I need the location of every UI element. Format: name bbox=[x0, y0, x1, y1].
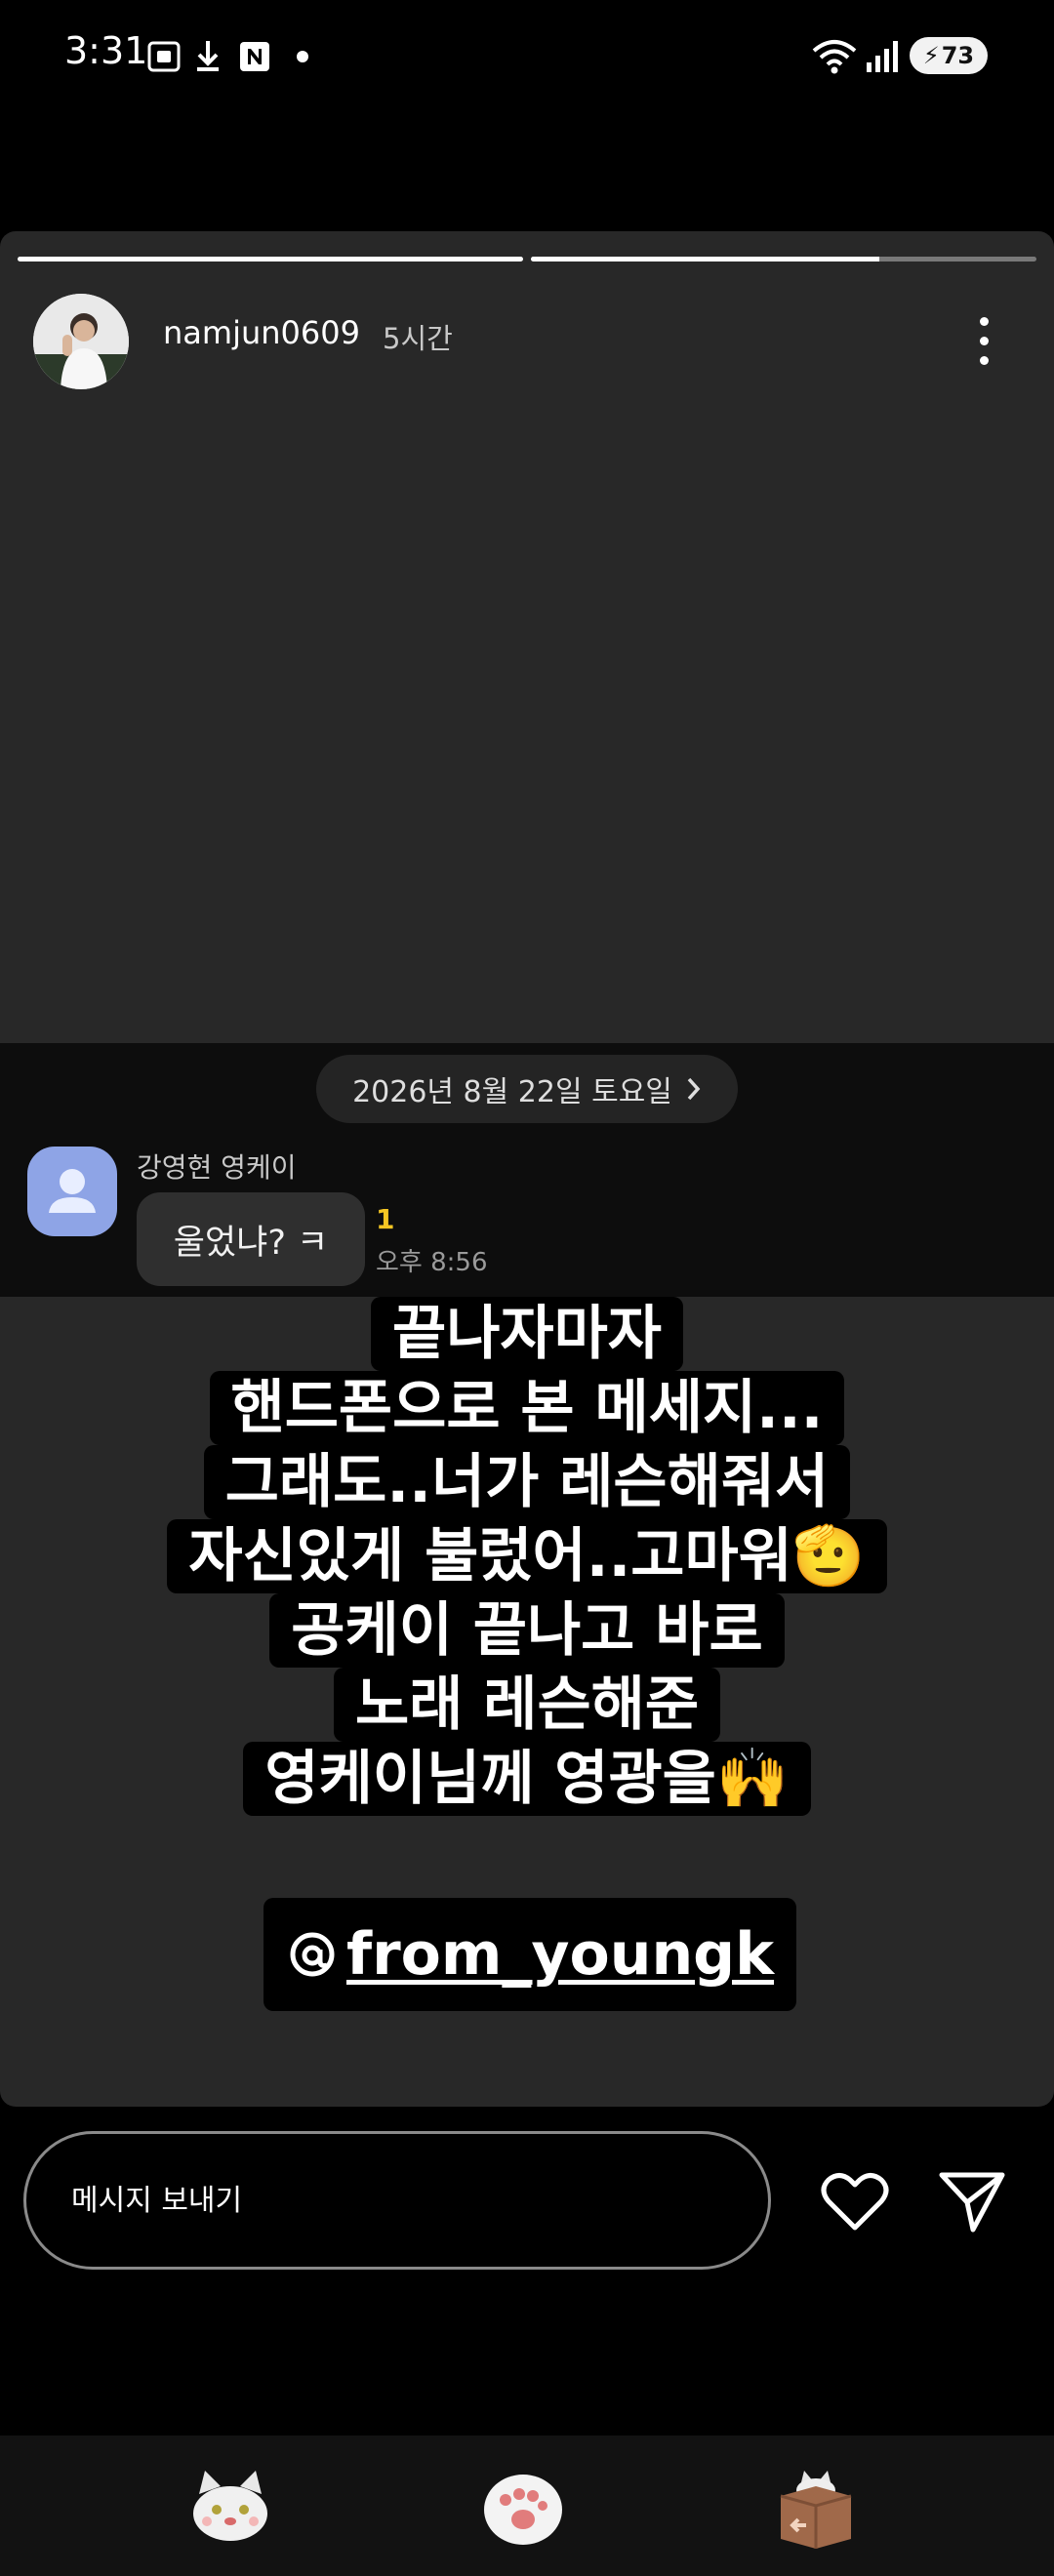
signal-icon bbox=[867, 41, 898, 72]
more-dot bbox=[979, 355, 989, 365]
caption-line: 끝나자마자 bbox=[371, 1297, 683, 1371]
nav-recents-button[interactable] bbox=[767, 2457, 865, 2555]
story-progress-1 bbox=[18, 257, 523, 262]
status-time: 3:31 bbox=[64, 29, 148, 72]
more-dot bbox=[979, 336, 989, 345]
date-pill: 2026년 8월 22일 토요일 bbox=[316, 1055, 738, 1123]
story-progress-fill-1 bbox=[18, 257, 523, 262]
heart-icon bbox=[821, 2173, 889, 2231]
battery-icon: ⚡ 73 bbox=[910, 37, 988, 74]
more-options-button[interactable] bbox=[966, 305, 1001, 376]
profile-photo-icon bbox=[33, 294, 129, 389]
send-icon bbox=[939, 2172, 1005, 2233]
like-button[interactable] bbox=[816, 2162, 894, 2240]
mention-sticker[interactable]: from_youngk bbox=[264, 1898, 796, 2011]
naver-icon bbox=[240, 42, 269, 71]
caption-line: 노래 레슨해준 bbox=[333, 1668, 721, 1742]
chat-screenshot: 2026년 8월 22일 토요일 강영현 영케이 울었냐? ㅋ 1 오후 8:5… bbox=[0, 1043, 1054, 1297]
share-button[interactable] bbox=[933, 2162, 1011, 2240]
story-progress-fill-2 bbox=[531, 257, 880, 262]
caption-line: 핸드폰으로 본 메세지... bbox=[209, 1371, 845, 1445]
caption-line: 영케이님께 영광을🙌 bbox=[243, 1742, 811, 1816]
profile-avatar[interactable] bbox=[33, 294, 129, 389]
person-icon bbox=[49, 1169, 96, 1213]
threads-icon bbox=[290, 1932, 335, 1977]
chat-date: 2026년 8월 22일 토요일 bbox=[352, 1075, 672, 1109]
dot-icon bbox=[297, 51, 308, 62]
chat-avatar bbox=[27, 1147, 117, 1236]
screenshot-icon bbox=[147, 41, 181, 72]
status-bar: 3:31 ⚡ 73 bbox=[0, 0, 1054, 117]
nav-back-button[interactable] bbox=[182, 2457, 279, 2555]
story-caption: 끝나자마자 핸드폰으로 본 메세지... 그래도..너가 레슨해줘서 자신있게 … bbox=[0, 1297, 1054, 1816]
more-dot bbox=[979, 316, 989, 326]
mention-username[interactable]: from_youngk bbox=[346, 1920, 774, 1989]
chevron-right-icon bbox=[687, 1077, 701, 1101]
story-viewer[interactable]: namjun0609 5시간 2026년 8월 22일 토요일 강영현 영케이 … bbox=[0, 231, 1054, 2107]
battery-level: 73 bbox=[941, 42, 975, 69]
nav-home-button[interactable] bbox=[474, 2457, 572, 2555]
bolt-icon: ⚡ bbox=[922, 42, 940, 69]
bottom-nav bbox=[0, 2435, 1054, 2576]
story-progress-2 bbox=[531, 257, 1036, 262]
caption-line: 공케이 끝나고 바로 bbox=[269, 1593, 785, 1668]
message-input[interactable] bbox=[23, 2131, 771, 2270]
story-username[interactable]: namjun0609 bbox=[163, 314, 360, 351]
paw-icon bbox=[484, 2475, 562, 2545]
download-icon bbox=[197, 41, 219, 71]
chat-sender-name: 강영현 영케이 bbox=[137, 1151, 297, 1184]
story-time-ago: 5시간 bbox=[383, 322, 453, 355]
chat-message-time: 오후 8:56 bbox=[376, 1248, 488, 1277]
chat-message-bubble: 울었냐? ㅋ bbox=[137, 1192, 365, 1286]
cat-character-icon bbox=[193, 2471, 267, 2541]
caption-line: 그래도..너가 레슨해줘서 bbox=[203, 1445, 851, 1519]
wifi-icon bbox=[812, 40, 857, 74]
caption-line: 자신있게 불렀어..고마워🫡 bbox=[167, 1519, 887, 1593]
box-cat-icon bbox=[780, 2471, 852, 2549]
unread-count: 1 bbox=[376, 1203, 395, 1235]
